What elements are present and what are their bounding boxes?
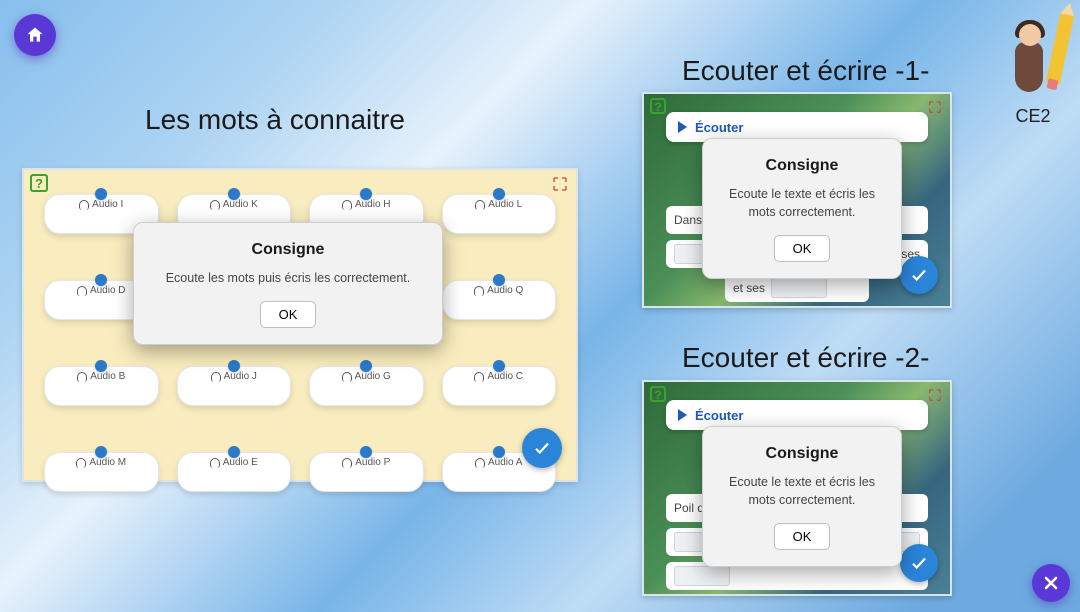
section-title-ex2: Ecouter et écrire -2- <box>682 342 929 374</box>
headphones-icon <box>474 286 484 296</box>
modal-body: Ecoute le texte et écris les mots correc… <box>725 473 879 509</box>
audio-card[interactable]: Audio G <box>309 366 424 406</box>
audio-card[interactable]: Audio P <box>309 452 424 492</box>
modal-body: Ecoute les mots puis écris les correctem… <box>156 269 420 287</box>
modal-title: Consigne <box>725 445 879 463</box>
audio-label: Audio H <box>342 199 391 210</box>
level-label: CE2 <box>998 106 1068 127</box>
audio-card[interactable]: Audio M <box>44 452 159 492</box>
home-button[interactable] <box>14 14 56 56</box>
avatar-figure <box>1005 20 1061 100</box>
close-icon <box>1041 573 1061 593</box>
modal-title: Consigne <box>156 241 420 259</box>
avatar: CE2 <box>998 20 1068 127</box>
help-icon[interactable]: ? <box>650 98 666 114</box>
blank-input[interactable] <box>771 278 827 298</box>
audio-label: Audio L <box>475 199 522 210</box>
headphones-icon <box>475 458 485 468</box>
pencil-icon <box>1046 13 1074 84</box>
instruction-modal-main: Consigne Ecoute les mots puis écris les … <box>133 222 443 345</box>
instruction-modal-ex1: Consigne Ecoute le texte et écris les mo… <box>702 138 902 279</box>
modal-body: Ecoute le texte et écris les mots correc… <box>725 185 879 221</box>
instruction-modal-ex2: Consigne Ecoute le texte et écris les mo… <box>702 426 902 567</box>
audio-label: Audio I <box>79 199 123 210</box>
listen-label: Écouter <box>695 408 743 423</box>
play-icon <box>678 409 687 421</box>
headphones-icon <box>77 372 87 382</box>
headphones-icon <box>79 200 89 210</box>
audio-label: Audio J <box>211 371 257 382</box>
audio-label: Audio K <box>210 199 258 210</box>
headphones-icon <box>77 286 87 296</box>
audio-card[interactable]: Audio E <box>177 452 292 492</box>
fullscreen-icon[interactable] <box>928 388 942 402</box>
listen-label: Écouter <box>695 120 743 135</box>
audio-label: Audio E <box>210 457 258 468</box>
audio-card[interactable]: Audio L <box>442 194 557 234</box>
headphones-icon <box>474 372 484 382</box>
audio-label: Audio A <box>475 457 522 468</box>
blank-input[interactable] <box>674 566 730 586</box>
headphones-icon <box>210 200 220 210</box>
modal-ok-button[interactable]: OK <box>260 301 317 328</box>
audio-label: Audio Q <box>474 285 523 296</box>
audio-label: Audio M <box>76 457 126 468</box>
help-icon[interactable]: ? <box>650 386 666 402</box>
headphones-icon <box>342 458 352 468</box>
section-title-main: Les mots à connaitre <box>145 104 405 136</box>
validate-button[interactable] <box>900 256 938 294</box>
audio-label: Audio D <box>77 285 126 296</box>
validate-button[interactable] <box>522 428 562 468</box>
modal-ok-button[interactable]: OK <box>774 523 831 550</box>
fullscreen-icon[interactable] <box>552 176 568 192</box>
help-icon[interactable]: ? <box>30 174 48 192</box>
headphones-icon <box>76 458 86 468</box>
close-button[interactable] <box>1032 564 1070 602</box>
audio-card[interactable]: Audio J <box>177 366 292 406</box>
modal-title: Consigne <box>725 157 879 175</box>
headphones-icon <box>210 458 220 468</box>
headphones-icon <box>475 200 485 210</box>
audio-label: Audio P <box>342 457 390 468</box>
fullscreen-icon[interactable] <box>928 100 942 114</box>
audio-card[interactable]: Audio Q <box>442 280 557 320</box>
audio-card[interactable]: Audio C <box>442 366 557 406</box>
play-icon <box>678 121 687 133</box>
validate-button[interactable] <box>900 544 938 582</box>
headphones-icon <box>342 372 352 382</box>
audio-label: Audio G <box>342 371 391 382</box>
audio-card[interactable]: Audio B <box>44 366 159 406</box>
section-title-ex1: Ecouter et écrire -1- <box>682 55 929 87</box>
headphones-icon <box>342 200 352 210</box>
headphones-icon <box>211 372 221 382</box>
text-fragment: et ses <box>733 281 765 295</box>
audio-label: Audio B <box>77 371 125 382</box>
home-icon <box>25 25 45 45</box>
audio-label: Audio C <box>474 371 523 382</box>
modal-ok-button[interactable]: OK <box>774 235 831 262</box>
